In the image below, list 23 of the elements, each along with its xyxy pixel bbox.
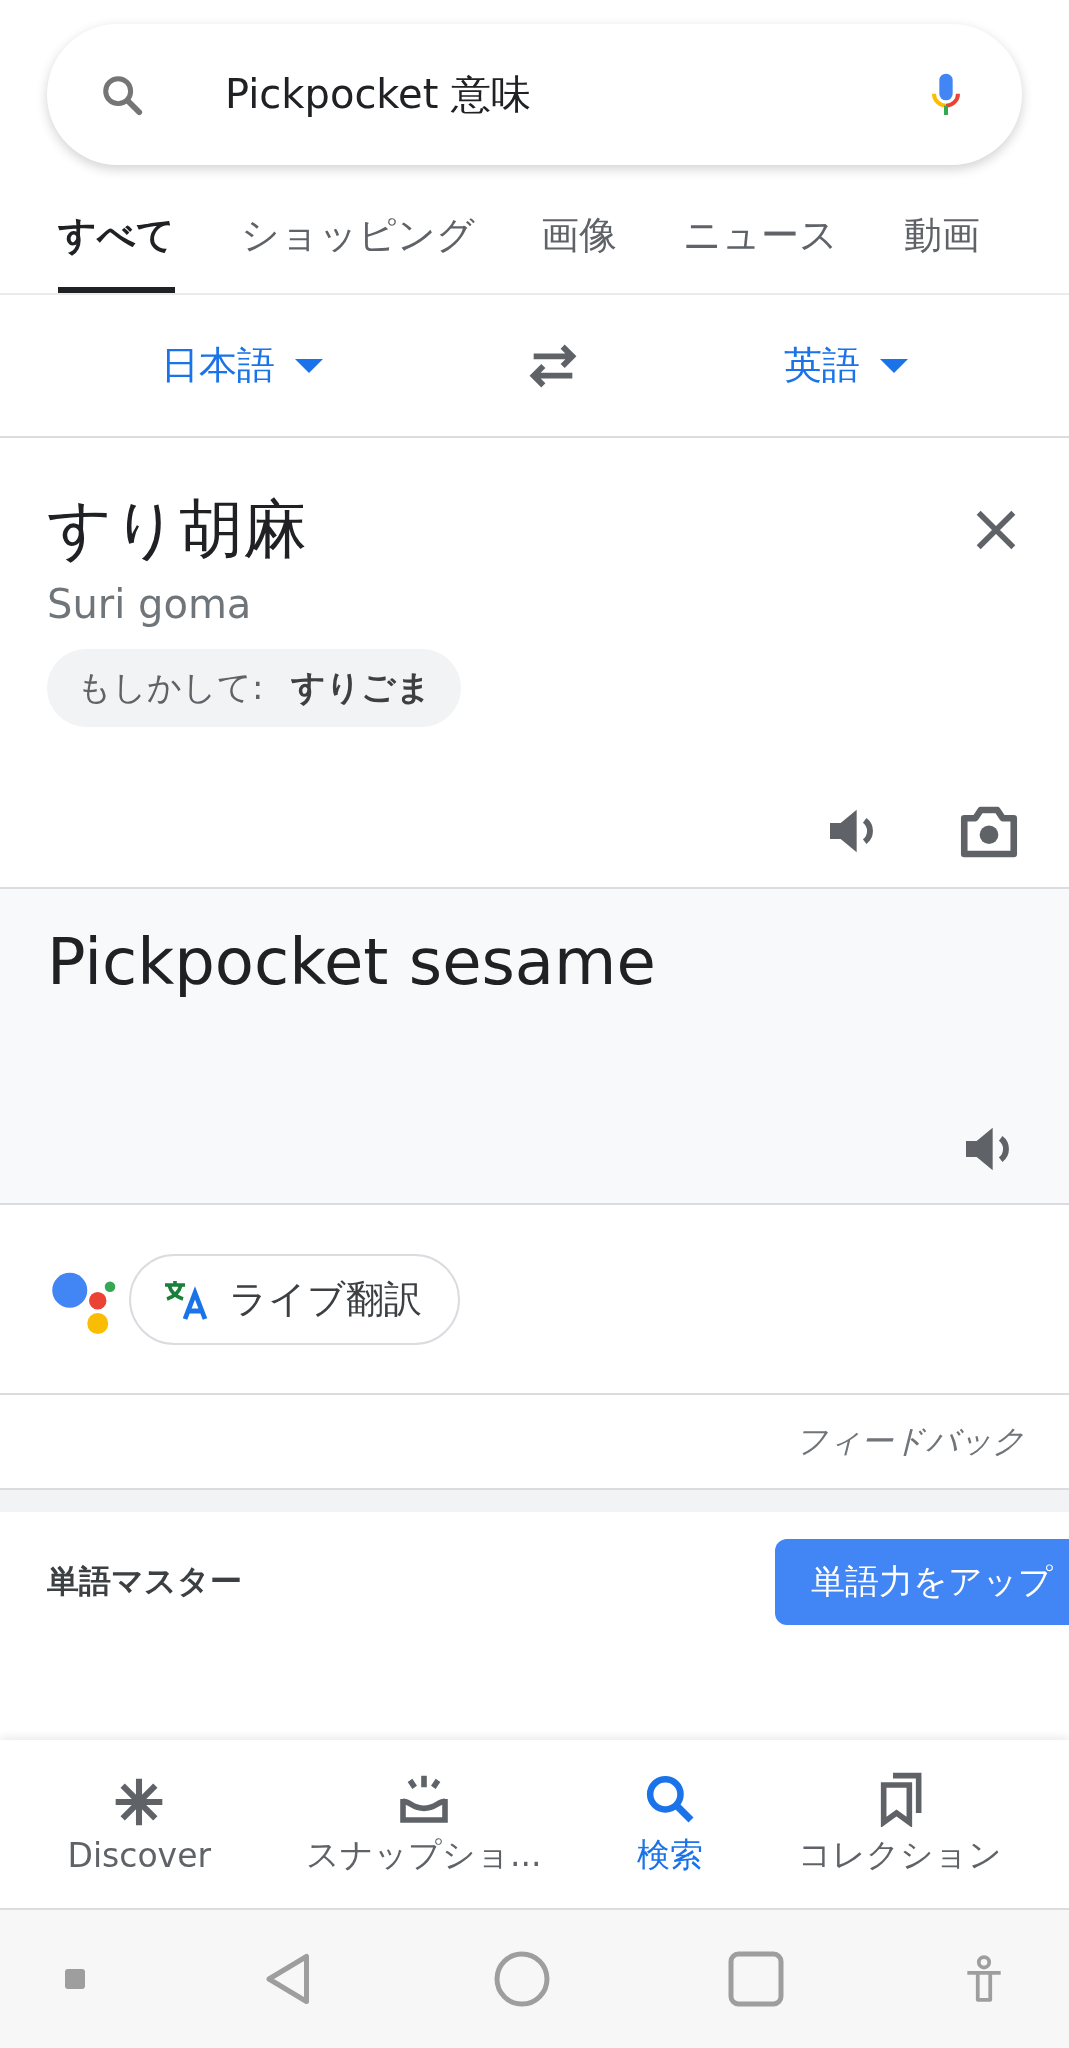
search-field[interactable]: Pickpocket 意味 [47,24,1022,165]
tab[interactable]: 動画 [904,210,980,293]
tab[interactable]: ニュース [683,210,838,293]
nav-item[interactable]: Discover [67,1773,211,1875]
feedback-link[interactable]: フィードバック [795,1419,1025,1464]
tab[interactable]: ショッピング [241,210,475,293]
nav-item[interactable]: 検索 [636,1770,703,1878]
language-dropdown[interactable]: 日本語 [160,340,323,391]
translation-text: Pickpocket sesame [47,925,657,999]
search-query: Pickpocket 意味 [225,70,533,119]
section-title: 単語マスター [47,1561,242,1602]
caret-icon [294,358,323,373]
language-dropdown[interactable]: 英語 [784,340,909,391]
caret-icon [880,358,909,373]
source-text: すり胡麻 [47,491,307,568]
vocabulary-button[interactable]: 単語力をアップ [775,1539,1069,1625]
nav-item[interactable]: スナップショ... [306,1770,542,1878]
live-translate-button[interactable]: ライブ翻訳 [129,1253,460,1345]
tab[interactable]: 画像 [541,210,617,293]
suggestion-chip[interactable]: もしかして: すりごま [47,649,462,727]
tab[interactable]: すべて [58,210,175,293]
nav-item[interactable]: コレクション [797,1770,1002,1878]
romanization-text: Suri goma [47,581,253,627]
